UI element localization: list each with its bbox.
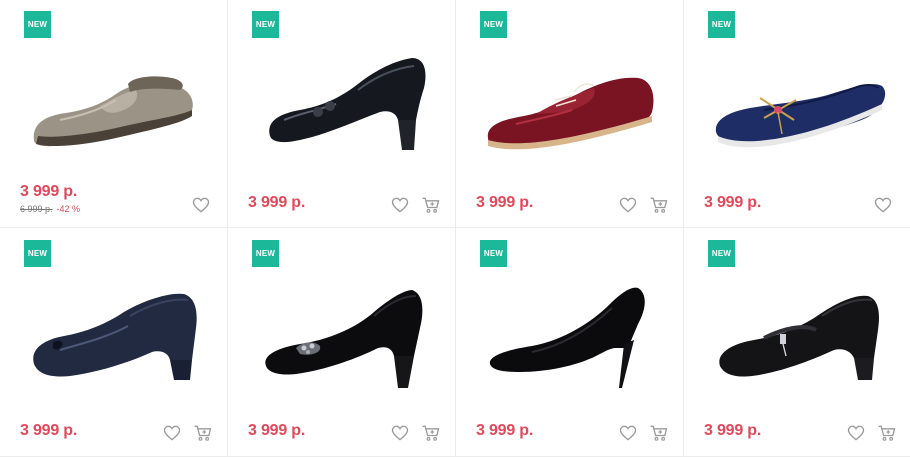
add-to-cart-icon[interactable] xyxy=(420,422,442,444)
discount-label: -42 % xyxy=(56,204,81,214)
old-price-line: 6 999 р. -42 % xyxy=(20,204,80,214)
wishlist-heart-icon[interactable] xyxy=(190,194,212,216)
wishlist-heart-icon[interactable] xyxy=(617,194,639,216)
add-to-cart-icon[interactable] xyxy=(420,194,442,216)
product-card[interactable]: NEW 3 999 р. xyxy=(228,228,456,457)
wishlist-heart-icon[interactable] xyxy=(617,422,639,444)
new-badge: NEW xyxy=(252,240,279,267)
product-card[interactable]: NEW 3 999 р. xyxy=(0,228,228,457)
product-grid: NEW 3 999 р. 6 999 р. -42 % NEW 3 999 р.… xyxy=(0,0,910,457)
product-image[interactable] xyxy=(248,40,436,170)
product-card[interactable]: NEW 3 999 р. xyxy=(684,0,910,228)
product-card[interactable]: NEW 3 999 р. xyxy=(456,228,684,457)
new-badge: NEW xyxy=(480,11,507,38)
wishlist-heart-icon[interactable] xyxy=(389,194,411,216)
new-badge: NEW xyxy=(252,11,279,38)
product-price: 3 999 р. xyxy=(20,422,78,439)
product-image[interactable] xyxy=(248,268,436,398)
product-card[interactable]: NEW 3 999 р. xyxy=(456,0,684,228)
product-image[interactable] xyxy=(476,40,664,170)
add-to-cart-icon[interactable] xyxy=(648,194,670,216)
product-price: 3 999 р. xyxy=(20,183,78,200)
new-badge: NEW xyxy=(708,240,735,267)
new-badge: NEW xyxy=(480,240,507,267)
wishlist-heart-icon[interactable] xyxy=(389,422,411,444)
add-to-cart-icon[interactable] xyxy=(648,422,670,444)
product-card[interactable]: NEW 3 999 р. xyxy=(228,0,456,228)
add-to-cart-icon[interactable] xyxy=(192,422,214,444)
product-price: 3 999 р. xyxy=(476,194,534,211)
new-badge: NEW xyxy=(24,11,51,38)
product-price: 3 999 р. xyxy=(248,422,306,439)
product-card[interactable]: NEW 3 999 р. 6 999 р. -42 % xyxy=(0,0,228,228)
product-card[interactable]: NEW 3 999 р. xyxy=(684,228,910,457)
product-price: 3 999 р. xyxy=(704,422,762,439)
wishlist-heart-icon[interactable] xyxy=(845,422,867,444)
new-badge: NEW xyxy=(24,240,51,267)
product-price: 3 999 р. xyxy=(248,194,306,211)
product-image[interactable] xyxy=(476,268,664,398)
wishlist-heart-icon[interactable] xyxy=(161,422,183,444)
new-badge: NEW xyxy=(708,11,735,38)
product-image[interactable] xyxy=(20,40,208,170)
product-image[interactable] xyxy=(20,268,208,398)
product-price: 3 999 р. xyxy=(476,422,534,439)
wishlist-heart-icon[interactable] xyxy=(872,194,894,216)
product-image[interactable] xyxy=(704,268,892,398)
product-image[interactable] xyxy=(704,40,892,170)
old-price: 6 999 р. xyxy=(20,204,53,214)
product-price: 3 999 р. xyxy=(704,194,762,211)
add-to-cart-icon[interactable] xyxy=(876,422,898,444)
